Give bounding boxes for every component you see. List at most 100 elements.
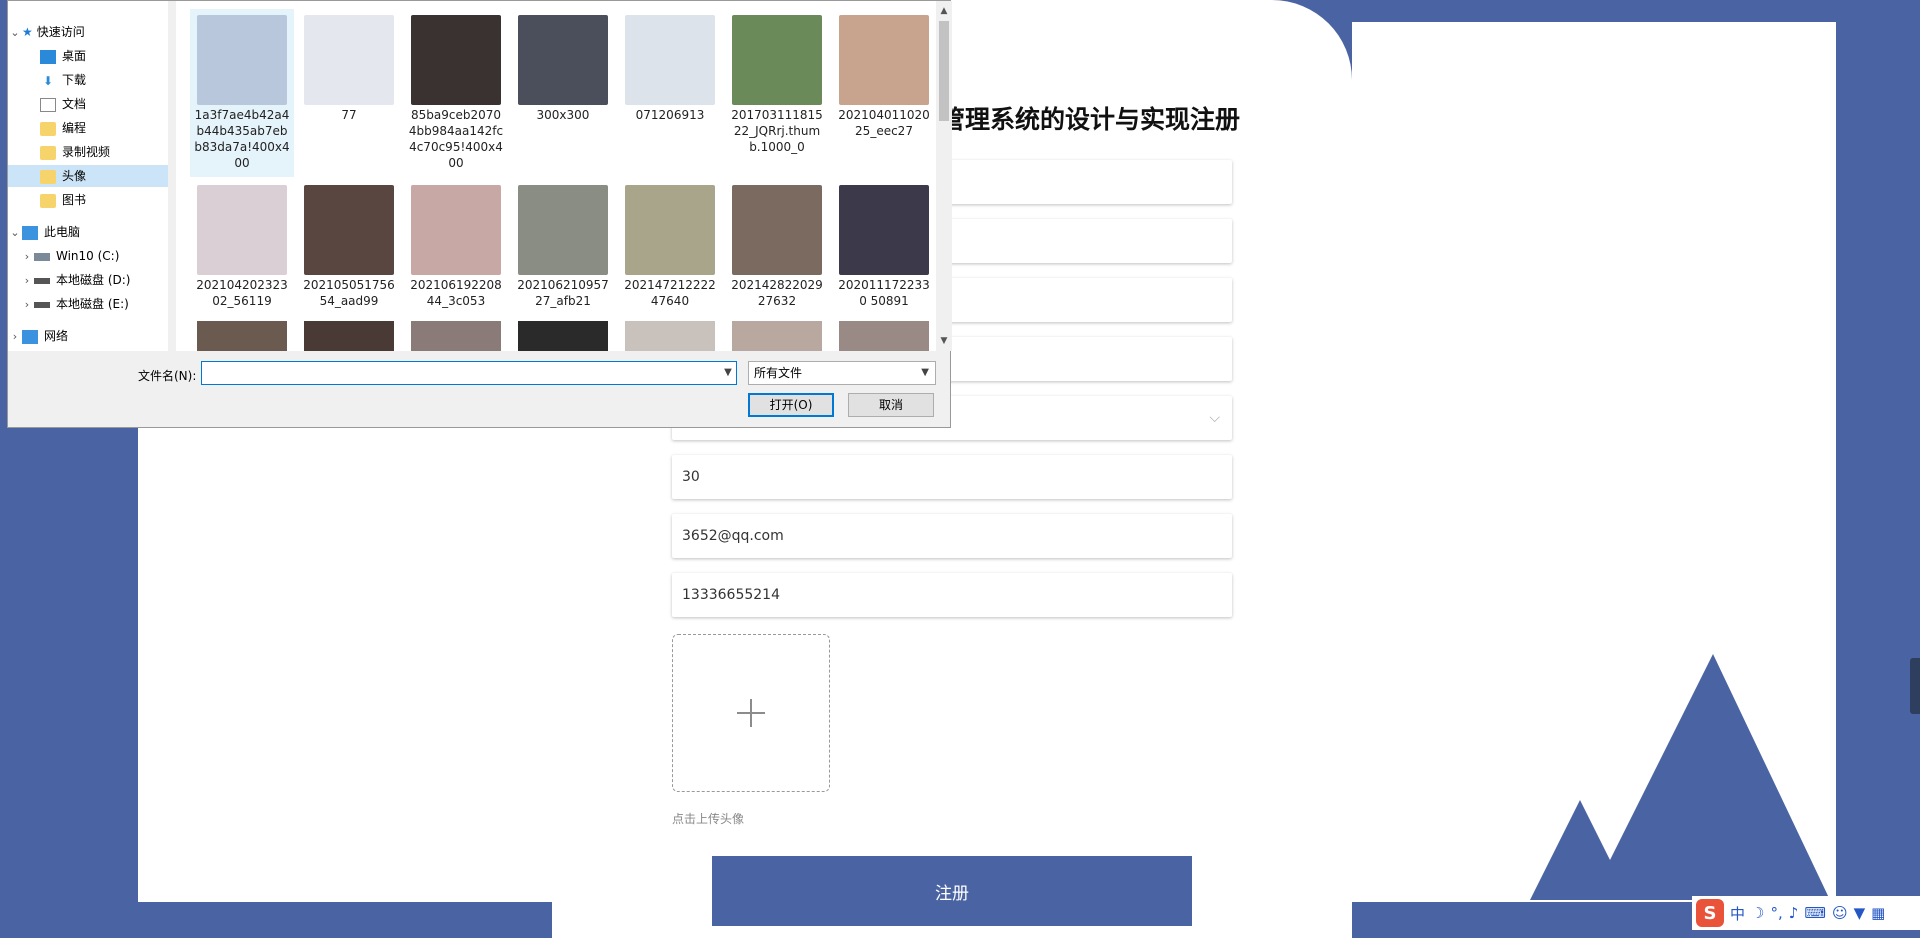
file-item[interactable]: 2020111722330 50891 (832, 179, 936, 339)
scroll-up-icon[interactable]: ▲ (936, 3, 952, 19)
file-item[interactable]: 1a3f7ae4b42a4b44b435ab7ebb83da7a!400x400 (190, 9, 294, 177)
file-item[interactable]: 77 (297, 9, 401, 169)
drive-icon (34, 301, 50, 308)
chevron-down-icon[interactable]: ▼ (720, 361, 736, 385)
navigation-pane: ⌄ ★ 快速访问 桌面 ⬇ 下载 文档 编程 录制视频 头像 图书 ⌄ 此电脑 › Win… (8, 1, 168, 351)
image-thumbnail[interactable] (197, 321, 287, 351)
sogou-icon[interactable]: S (1696, 899, 1724, 927)
moon-icon[interactable]: ☽ (1751, 904, 1764, 922)
folder-icon (40, 145, 56, 160)
file-item[interactable]: 20210420232302_56119 (190, 179, 294, 339)
age-field[interactable]: 30 (672, 455, 1232, 499)
image-thumbnail (732, 185, 822, 275)
chevron-down-icon[interactable]: ⌄ (8, 22, 22, 44)
folder-icon (40, 193, 56, 208)
vertical-scrollbar[interactable]: ▲ ▼ (936, 1, 952, 351)
file-open-dialog: ⌄ ★ 快速访问 桌面 ⬇ 下载 文档 编程 录制视频 头像 图书 ⌄ 此电脑 › Win… (7, 0, 952, 428)
file-item[interactable]: 20210401102025_eec27 (832, 9, 936, 169)
file-name: 20170311181522_JQRrj.thumb.1000_0 (731, 108, 823, 154)
file-name: 20210505175654_aad99 (303, 278, 395, 308)
file-item[interactable]: 20210619220844_3c053 (404, 179, 508, 339)
computer-icon (22, 225, 38, 240)
folder-icon (40, 121, 56, 136)
filetype-value: 所有文件 (754, 366, 803, 380)
phone-field[interactable]: 13336655214 (672, 573, 1232, 617)
email-field[interactable]: 3652@qq.com (672, 514, 1232, 558)
drive-icon (34, 252, 50, 261)
filetype-select[interactable]: 所有文件 ▼ (748, 361, 936, 385)
file-item[interactable]: 20210505175654_aad99 (297, 179, 401, 339)
ime-mode[interactable]: 中 (1730, 903, 1745, 924)
file-name: 20214721222247640 (624, 278, 716, 308)
avatar-upload[interactable] (672, 634, 830, 792)
apps-icon[interactable]: ▦ (1871, 904, 1885, 922)
user-icon[interactable]: ☺ (1832, 904, 1848, 922)
image-thumbnail (304, 15, 394, 105)
ime-tray: S 中 ☽ °, ♪ ⌨ ☺ ▼ ▦ (1692, 896, 1920, 930)
background-stripe (1884, 0, 1920, 938)
open-button[interactable]: 打开(O) (748, 393, 834, 417)
chevron-right-icon[interactable]: › (20, 270, 34, 292)
mic-icon[interactable]: ♪ (1789, 904, 1799, 922)
image-thumbnail (625, 185, 715, 275)
mountain-decoration (1530, 654, 1830, 900)
file-name: 071206913 (635, 108, 705, 122)
chevron-right-icon[interactable]: › (8, 326, 22, 348)
nav-documents[interactable]: 文档 (8, 93, 200, 115)
nav-drive-e[interactable]: › 本地磁盘 (E:) (8, 293, 180, 315)
image-thumbnail (197, 185, 287, 275)
image-thumbnail (732, 15, 822, 105)
image-thumbnail[interactable] (411, 321, 501, 351)
nav-programming[interactable]: 编程 (8, 117, 200, 139)
image-thumbnail[interactable] (304, 321, 394, 351)
register-button[interactable]: 注册 (712, 856, 1192, 926)
file-name: 2020111722330 50891 (838, 278, 930, 308)
nav-this-pc[interactable]: ⌄ 此电脑 (8, 221, 168, 243)
nav-drive-c[interactable]: › Win10 (C:) (8, 245, 180, 267)
cancel-button[interactable]: 取消 (848, 393, 934, 417)
file-item[interactable]: 071206913 (618, 9, 722, 169)
chevron-down-icon: ▼ (921, 367, 929, 378)
nav-recordings[interactable]: 录制视频 (8, 141, 200, 163)
punctuation-icon[interactable]: °, (1770, 904, 1782, 922)
scroll-down-icon[interactable]: ▼ (936, 333, 952, 349)
image-thumbnail (411, 185, 501, 275)
file-item[interactable]: 85ba9ceb20704bb984aa142fc4c70c95!400x400 (404, 9, 508, 170)
image-thumbnail (839, 185, 929, 275)
image-thumbnail[interactable] (518, 321, 608, 351)
nav-quick-access[interactable]: ⌄ ★ 快速访问 (8, 21, 168, 43)
nav-avatars[interactable]: 头像 (8, 165, 168, 187)
image-thumbnail (411, 15, 501, 105)
file-item[interactable]: 20214282202927632 (725, 179, 829, 339)
upload-hint: 点击上传头像 (672, 812, 745, 826)
nav-books[interactable]: 图书 (8, 189, 200, 211)
image-thumbnail[interactable] (625, 321, 715, 351)
chevron-right-icon[interactable]: › (20, 246, 34, 268)
image-thumbnail[interactable] (732, 321, 822, 351)
nav-drive-d[interactable]: › 本地磁盘 (D:) (8, 269, 180, 291)
nav-network[interactable]: › 网络 (8, 325, 168, 347)
file-item[interactable]: 20210621095727_afb21 (511, 179, 615, 339)
chevron-right-icon[interactable]: › (20, 294, 34, 316)
keyboard-icon[interactable]: ⌨ (1804, 904, 1826, 922)
file-name: 300x300 (536, 108, 590, 122)
image-thumbnail (197, 15, 287, 105)
nav-desktop[interactable]: 桌面 (8, 45, 200, 67)
folder-icon (40, 169, 56, 184)
chevron-down-icon[interactable]: ⌄ (8, 222, 22, 244)
skin-icon[interactable]: ▼ (1854, 904, 1866, 922)
file-item[interactable]: 20214721222247640 (618, 179, 722, 339)
drive-icon (34, 277, 50, 284)
image-thumbnail (304, 185, 394, 275)
side-handle[interactable] (1910, 658, 1920, 714)
filename-input[interactable] (201, 361, 737, 385)
image-thumbnail (839, 15, 929, 105)
file-item[interactable]: 20170311181522_JQRrj.thumb.1000_0 (725, 9, 829, 169)
scrollbar-thumb[interactable] (939, 21, 949, 121)
network-icon (22, 329, 38, 344)
image-thumbnail[interactable] (839, 321, 929, 351)
document-icon (40, 97, 56, 112)
file-item[interactable]: 300x300 (511, 9, 615, 169)
nav-downloads[interactable]: ⬇ 下载 (8, 69, 200, 91)
download-icon: ⬇ (42, 73, 54, 88)
